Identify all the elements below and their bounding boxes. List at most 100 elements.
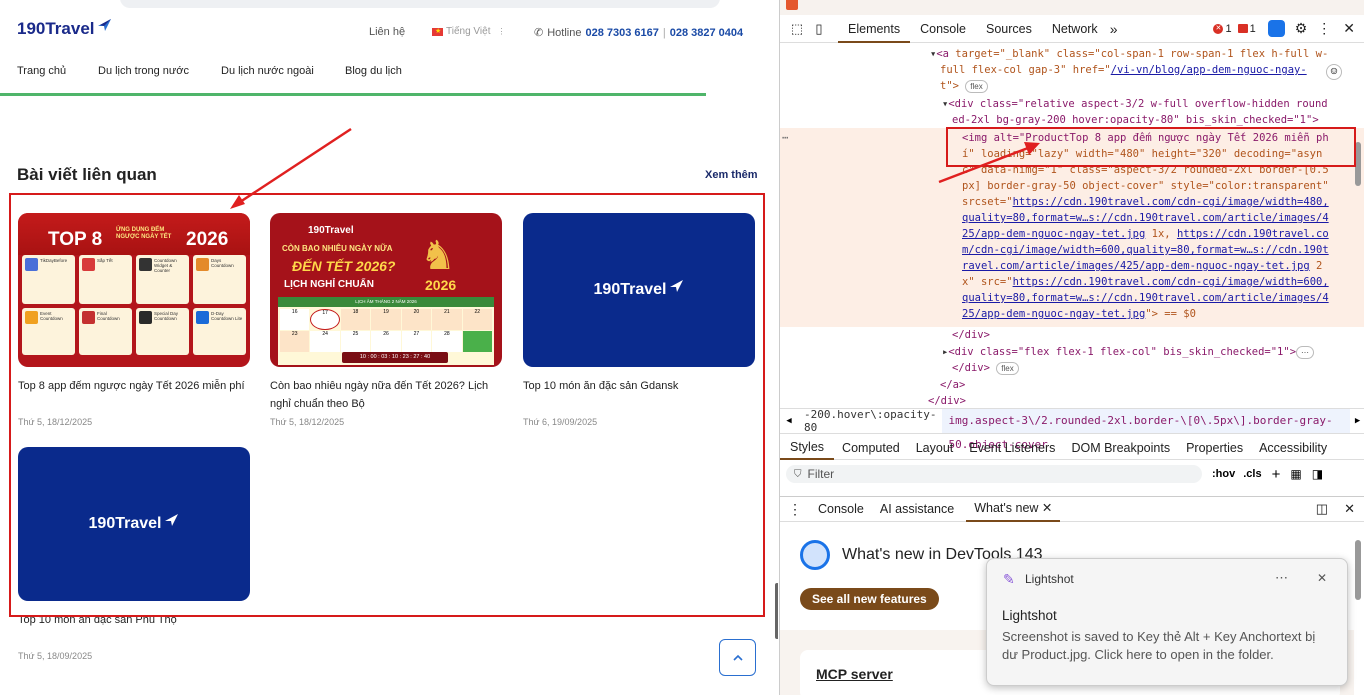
tab-dom-breakpoints[interactable]: DOM Breakpoints [1063, 441, 1178, 455]
dom-line[interactable]: </div> [952, 327, 990, 343]
dom-line[interactable]: </div> flex [952, 360, 1019, 376]
see-all-features-button[interactable]: See all new features [800, 588, 939, 610]
dom-link[interactable]: /vi-vn/blog/app-dem-nguoc-ngay- [1111, 64, 1307, 76]
sidebar-toggle-icon[interactable]: ◨ [1312, 467, 1323, 481]
contact-link[interactable]: Liên hệ [369, 26, 405, 38]
nav-domestic-tours[interactable]: Du lịch trong nước [98, 65, 189, 77]
dom-attrs: full flex-col gap-3" href=" [940, 64, 1111, 76]
dom-line[interactable]: ed-2xl bg-gray-200 hover:opacity-80" bis… [952, 112, 1319, 128]
dom-link[interactable]: 25/app-dem-nguoc-ngay-tet.jpg [962, 308, 1145, 320]
dom-tag: <div class="flex flex-1 flex-col" bis_sk… [948, 346, 1297, 358]
inspect-element-icon[interactable]: ⬚ [786, 21, 808, 37]
scroll-to-top-button[interactable] [719, 639, 756, 676]
more-tabs-icon[interactable]: » [1110, 21, 1118, 37]
styles-tab-bar: Styles Computed Layout Event Listeners D… [780, 436, 1364, 460]
dom-line-selected[interactable]: m/cdn-cgi/image/width=600,quality=80,for… [962, 242, 1329, 258]
tab-properties[interactable]: Properties [1178, 441, 1251, 455]
dom-link[interactable]: ravel.com/article/images/425/app-dem-ngu… [962, 260, 1310, 272]
tab-console[interactable]: Console [910, 15, 976, 43]
breadcrumb-item-active[interactable]: img.aspect-3\/2.rounded-2xl.border-\[0\.… [942, 409, 1351, 451]
whats-new-scrollbar[interactable] [1354, 540, 1362, 680]
dom-line[interactable]: ▾<a target="_blank" class="col-span-1 ro… [930, 46, 1328, 62]
dom-line[interactable]: ▸<div class="flex flex-1 flex-col" bis_s… [942, 344, 1315, 360]
lightshot-notification[interactable]: ✎ Lightshot ⋯ ✕ Lightshot Screenshot is … [986, 558, 1348, 686]
close-icon[interactable]: ✕ [1042, 501, 1052, 515]
breadcrumb: ◀ -200.hover\:opacity-80 img.aspect-3\/2… [780, 408, 1364, 451]
dom-line[interactable]: full flex-col gap-3" href="/vi-vn/blog/a… [940, 62, 1307, 78]
flex-badge[interactable]: flex [965, 80, 988, 93]
language-selector[interactable]: ★ Tiếng Việt ⋮ [432, 26, 505, 37]
dom-link[interactable]: https://cdn.190travel.com/cdn-cgi/image/… [1013, 196, 1329, 208]
more-options-icon[interactable]: ⋯ [1275, 570, 1288, 586]
tab-layout[interactable]: Layout [908, 441, 962, 455]
flex-badge[interactable]: flex [996, 362, 1019, 375]
close-icon[interactable]: ✕ [1343, 20, 1355, 37]
tab-network[interactable]: Network [1042, 15, 1108, 43]
hotline-number-2[interactable]: 028 3827 0404 [670, 27, 743, 39]
site-logo[interactable]: 190Travel [17, 19, 112, 39]
breadcrumb-right-arrow[interactable]: ▶ [1350, 416, 1364, 426]
mcp-server-link[interactable]: MCP server [816, 666, 893, 682]
tab-sources[interactable]: Sources [976, 15, 1042, 43]
page-scrollbar[interactable] [775, 583, 778, 639]
tab-event-listeners[interactable]: Event Listeners [961, 441, 1063, 455]
dom-link[interactable]: m/cdn-cgi/image/width=600,quality=80,for… [962, 244, 1329, 256]
view-more-link[interactable]: Xem thêm [705, 169, 758, 181]
error-icon[interactable]: ✕ 1 [1213, 22, 1232, 35]
dom-link[interactable]: quality=80,format=w…s://cdn.190travel.co… [962, 292, 1329, 304]
gear-icon[interactable]: ⚙ [1295, 20, 1308, 37]
chevron-down-icon: ⋮ [497, 27, 506, 36]
nav-travel-blog[interactable]: Blog du lịch [345, 65, 402, 77]
breadcrumb-left-arrow[interactable]: ◀ [780, 416, 798, 426]
extension-icon[interactable] [786, 0, 798, 10]
dom-attrs: 2 [1309, 260, 1323, 272]
dom-link[interactable]: https://cdn.190travel.co [1177, 228, 1329, 240]
cls-toggle[interactable]: .cls [1243, 468, 1261, 480]
nav-international-tours[interactable]: Du lịch nước ngoài [221, 65, 314, 77]
tab-styles[interactable]: Styles [780, 436, 835, 460]
dom-line-selected[interactable]: quality=80,format=w…s://cdn.190travel.co… [962, 210, 1329, 226]
device-toolbar-icon[interactable]: ▯ [808, 21, 830, 37]
filter-placeholder: Filter [807, 467, 835, 481]
error-count: 1 [1225, 22, 1232, 35]
devtools-ai-icon[interactable] [1267, 20, 1285, 37]
breadcrumb-item[interactable]: -200.hover\:opacity-80 [798, 408, 942, 434]
hotline-number-1[interactable]: 028 7303 6167 [585, 27, 658, 39]
notification-app-name: Lightshot [1025, 572, 1074, 586]
tab-computed[interactable]: Computed [834, 441, 908, 455]
dom-link[interactable]: 25/app-dem-nguoc-ngay-tet.jpg [962, 228, 1145, 240]
dom-line-selected[interactable]: ravel.com/article/images/425/app-dem-ngu… [962, 258, 1322, 274]
dom-line[interactable]: t"> flex [940, 78, 988, 94]
kebab-menu-icon[interactable]: ⋮ [1317, 20, 1331, 37]
close-icon[interactable]: ✕ [1317, 571, 1327, 585]
dom-line-selected[interactable]: quality=80,format=w…s://cdn.190travel.co… [962, 290, 1329, 306]
dom-tree[interactable]: ▾<a target="_blank" class="col-span-1 ro… [780, 44, 1364, 409]
close-drawer-icon[interactable]: ✕ [1344, 501, 1355, 517]
dom-tag: ed-2xl bg-gray-200 hover:opacity-80" bis… [952, 114, 1319, 126]
dom-line[interactable]: </div> [928, 393, 966, 409]
drawer-tab-whats-new[interactable]: What's new ✕ [966, 496, 1061, 522]
nav-home[interactable]: Trang chủ [17, 65, 66, 77]
dock-icon[interactable]: ◫ [1316, 501, 1328, 517]
dom-link[interactable]: https://cdn.190travel.com/cdn-cgi/image/… [1013, 276, 1329, 288]
dom-line-selected[interactable]: 25/app-dem-nguoc-ngay-tet.jpg"> == $0 [962, 306, 1196, 322]
ellipsis-icon[interactable]: ⋯ [782, 130, 788, 146]
ellipsis-badge[interactable]: ⋯ [1296, 346, 1315, 359]
filter-input[interactable]: ⛉ Filter [786, 465, 1202, 483]
drawer-tab-console[interactable]: Console [810, 502, 872, 516]
drawer-menu-icon[interactable]: ⋮ [780, 501, 810, 518]
dom-line[interactable]: ▾<div class="relative aspect-3/2 w-full … [942, 96, 1328, 112]
paint-icon[interactable]: ▦ [1290, 467, 1301, 481]
warning-icon[interactable]: 1 [1237, 23, 1256, 35]
tab-elements[interactable]: Elements [838, 15, 911, 43]
dom-link[interactable]: quality=80,format=w…s://cdn.190travel.co… [962, 212, 1329, 224]
hov-toggle[interactable]: :hov [1212, 468, 1235, 480]
tab-accessibility[interactable]: Accessibility [1251, 441, 1335, 455]
dom-line-selected[interactable]: x" src="https://cdn.190travel.com/cdn-cg… [962, 274, 1329, 290]
add-rule-icon[interactable]: + [1272, 466, 1281, 483]
drawer-tab-ai-assistance[interactable]: AI assistance [872, 502, 962, 516]
dom-line-selected[interactable]: srcset="https://cdn.190travel.com/cdn-cg… [962, 194, 1329, 210]
dom-line-selected[interactable]: 25/app-dem-nguoc-ngay-tet.jpg 1x, https:… [962, 226, 1329, 242]
browser-address-bar[interactable] [120, 0, 720, 8]
dom-line[interactable]: </a> [940, 377, 965, 393]
